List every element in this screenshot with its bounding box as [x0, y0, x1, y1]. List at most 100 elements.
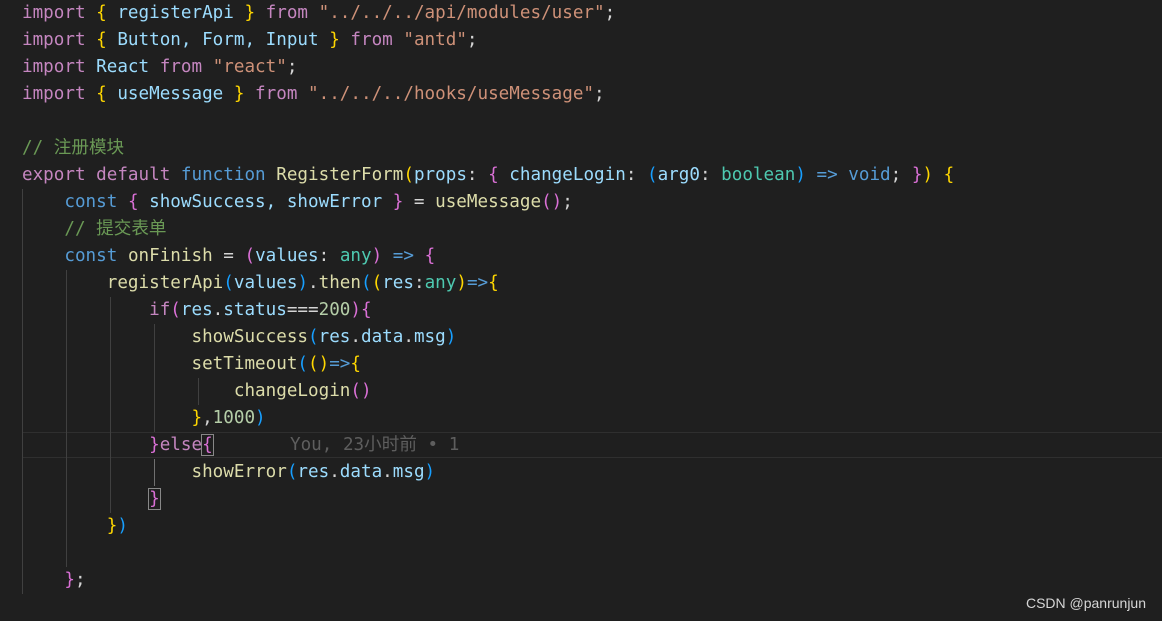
code-token: props [413, 165, 467, 185]
code-editor[interactable]: import { registerApi } from "../../../ap… [0, 0, 1162, 621]
code-token: ; [604, 3, 616, 23]
csdn-watermark: CSDN @panrunjun [1025, 595, 1146, 611]
code-token: from [255, 3, 319, 23]
code-token: { [96, 3, 107, 23]
code-token: . [329, 462, 340, 482]
code-token: = [403, 192, 436, 212]
code-token: { [360, 300, 372, 320]
code-token: from [244, 84, 309, 104]
code-token: registerApi [106, 3, 245, 23]
code-token: { [488, 273, 499, 293]
code-token: , [202, 408, 213, 428]
code-token: import [22, 30, 86, 50]
code-token: export [22, 165, 86, 185]
code-token: === [286, 300, 319, 320]
code-token: } [64, 570, 75, 590]
code-token: 200 [318, 300, 351, 320]
code-token: ) [371, 246, 383, 266]
code-line[interactable]: import { useMessage } from "../../../hoo… [22, 81, 605, 108]
code-line[interactable]: registerApi(values).then((res:any)=>{ [22, 270, 499, 297]
git-blame-annotation: You, 23小时前 • 1 [290, 435, 460, 455]
code-line[interactable]: showError(res.data.msg) [22, 459, 435, 486]
code-token: ) [795, 165, 806, 185]
code-token: => [466, 273, 489, 293]
code-token: default [96, 165, 171, 185]
code-line[interactable]: },1000) [22, 405, 265, 432]
code-line[interactable]: // 提交表单 [22, 216, 166, 243]
code-token: ( [371, 273, 383, 293]
code-token: setTimeout [191, 354, 298, 374]
code-token: const [64, 246, 118, 266]
code-token: : [625, 165, 647, 185]
code-line[interactable]: const onFinish = (values: any) => { [22, 243, 435, 270]
code-token: ; [594, 84, 605, 104]
code-token: any [424, 273, 457, 293]
code-token: . [350, 327, 361, 347]
code-line[interactable]: setTimeout(()=>{ [22, 351, 361, 378]
code-token: => [329, 354, 351, 374]
code-token: "../../../api/modules/user" [318, 3, 605, 23]
code-token: } [148, 488, 161, 510]
code-token: "react" [212, 57, 287, 77]
code-token: } [244, 3, 256, 23]
code-line[interactable]: if(res.status===200){ [22, 297, 372, 324]
code-token: const [64, 192, 118, 212]
code-token: => [392, 246, 414, 266]
code-line[interactable]: export default function RegisterForm(pro… [22, 162, 954, 189]
code-token: ) [318, 354, 330, 374]
code-token: else [159, 435, 203, 455]
code-line[interactable]: showSuccess(res.data.msg) [22, 324, 456, 351]
code-token: import [22, 57, 86, 77]
code-token: res [180, 300, 213, 320]
code-token: . [403, 327, 414, 347]
code-token: ) [445, 327, 457, 347]
code-token: msg [413, 327, 446, 347]
code-line[interactable]: } [22, 486, 161, 513]
code-token: { [350, 354, 361, 374]
code-line[interactable]: import { Button, Form, Input } from "ant… [22, 27, 478, 54]
code-line[interactable]: }; [22, 567, 86, 594]
code-line[interactable]: import { registerApi } from "../../../ap… [22, 0, 615, 27]
code-token: function [180, 165, 266, 185]
code-line[interactable]: }else{ [22, 432, 214, 459]
code-token: } [191, 408, 203, 428]
code-token: ; [286, 57, 298, 77]
code-token: data [360, 327, 404, 347]
code-token: } [106, 516, 118, 536]
code-line[interactable]: }) [22, 513, 128, 540]
code-token: void [848, 165, 891, 185]
code-token: useMessage [106, 84, 234, 104]
code-token: ; [74, 570, 86, 590]
code-token: then [318, 273, 361, 293]
code-line[interactable]: const { showSuccess, showError } = useMe… [22, 189, 572, 216]
code-line[interactable]: changeLogin() [22, 378, 372, 405]
code-token: onFinish [127, 246, 213, 266]
code-token: = [212, 246, 245, 266]
code-token: } [392, 192, 404, 212]
code-token: ) [350, 300, 361, 320]
code-token: arg0 [657, 165, 700, 185]
code-line[interactable]: import React from "react"; [22, 54, 297, 81]
code-token: status [223, 300, 287, 320]
code-token: res [318, 327, 351, 347]
code-line[interactable]: // 注册模块 [22, 135, 124, 162]
code-token: : [318, 246, 340, 266]
code-token: ( [223, 273, 234, 293]
code-token: Button, Form, Input [106, 30, 330, 50]
